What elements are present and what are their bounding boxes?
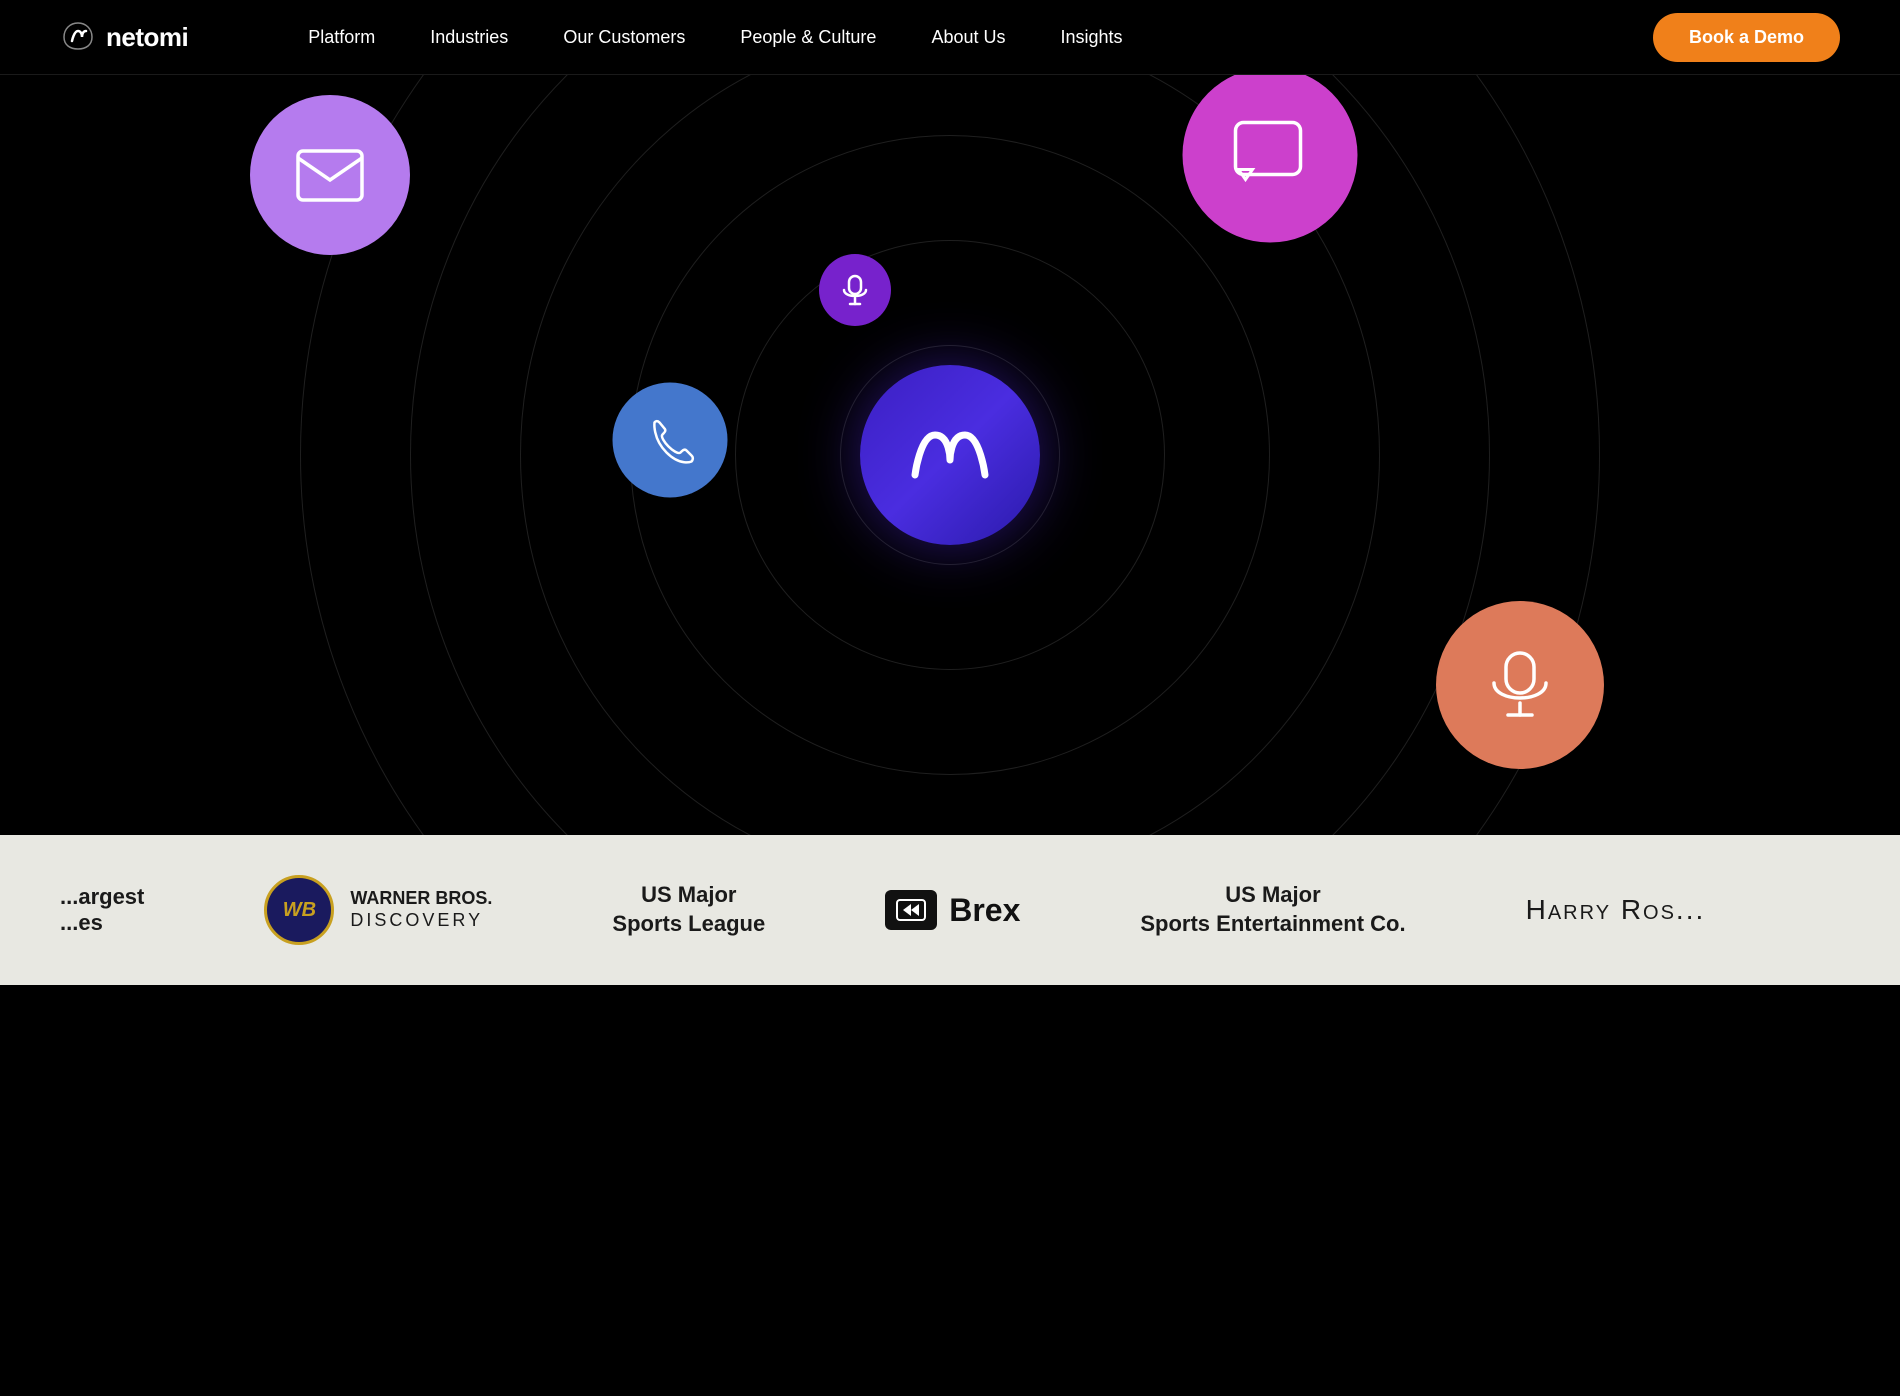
us-sports-text: US MajorSports League bbox=[612, 881, 765, 938]
customer-harry-ros: Harry Ros... bbox=[1526, 894, 1706, 926]
book-demo-button[interactable]: Book a Demo bbox=[1653, 13, 1840, 62]
mic-large-icon bbox=[1488, 649, 1552, 721]
nav-about-us[interactable]: About Us bbox=[931, 27, 1005, 48]
hero-section bbox=[0, 75, 1900, 835]
nav-people-culture[interactable]: People & Culture bbox=[740, 27, 876, 48]
phone-orb bbox=[613, 383, 728, 498]
brex-name: Brex bbox=[949, 892, 1020, 929]
center-orb bbox=[860, 365, 1040, 545]
customer-wbd: WB WARNER BROS. DISCOVERY bbox=[264, 875, 492, 945]
mic-small-icon bbox=[841, 274, 869, 306]
nav-links: Platform Industries Our Customers People… bbox=[308, 27, 1653, 48]
logo[interactable]: netomi bbox=[60, 19, 188, 56]
brex-icon bbox=[885, 890, 937, 930]
chat-orb bbox=[1183, 75, 1358, 243]
customer-partial-left: ...argest...es bbox=[60, 884, 144, 936]
customers-strip: ...argest...es WB WARNER BROS. DISCOVERY… bbox=[0, 835, 1900, 985]
mic-large-orb bbox=[1436, 601, 1604, 769]
logo-icon bbox=[60, 19, 96, 56]
harry-ros-text: Harry Ros... bbox=[1526, 894, 1706, 926]
mic-small-orb bbox=[819, 254, 891, 326]
wb-line1: WARNER BROS. bbox=[350, 888, 492, 910]
customer-brex: Brex bbox=[885, 890, 1020, 930]
customer-us-sports-ent: US MajorSports Entertainment Co. bbox=[1140, 881, 1405, 938]
us-sports-ent-text: US MajorSports Entertainment Co. bbox=[1140, 881, 1405, 938]
netomi-logo-icon bbox=[900, 415, 1000, 495]
nav-industries[interactable]: Industries bbox=[430, 27, 508, 48]
logo-text: netomi bbox=[106, 22, 188, 53]
wb-line2: DISCOVERY bbox=[350, 910, 492, 932]
phone-icon bbox=[644, 414, 696, 466]
nav-platform[interactable]: Platform bbox=[308, 27, 375, 48]
email-icon bbox=[295, 148, 365, 203]
brex-logo-icon bbox=[895, 898, 927, 922]
wb-text: WARNER BROS. DISCOVERY bbox=[350, 888, 492, 931]
nav-insights[interactable]: Insights bbox=[1060, 27, 1122, 48]
email-orb bbox=[250, 95, 410, 255]
brex-logo: Brex bbox=[885, 890, 1020, 930]
partial-text-left: ...argest...es bbox=[60, 884, 144, 936]
navbar: netomi Platform Industries Our Customers… bbox=[0, 0, 1900, 75]
nav-our-customers[interactable]: Our Customers bbox=[563, 27, 685, 48]
customers-inner: ...argest...es WB WARNER BROS. DISCOVERY… bbox=[0, 875, 1900, 945]
customer-us-sports: US MajorSports League bbox=[612, 881, 765, 938]
chat-icon bbox=[1230, 118, 1310, 193]
wb-logo-circle: WB bbox=[264, 875, 334, 945]
